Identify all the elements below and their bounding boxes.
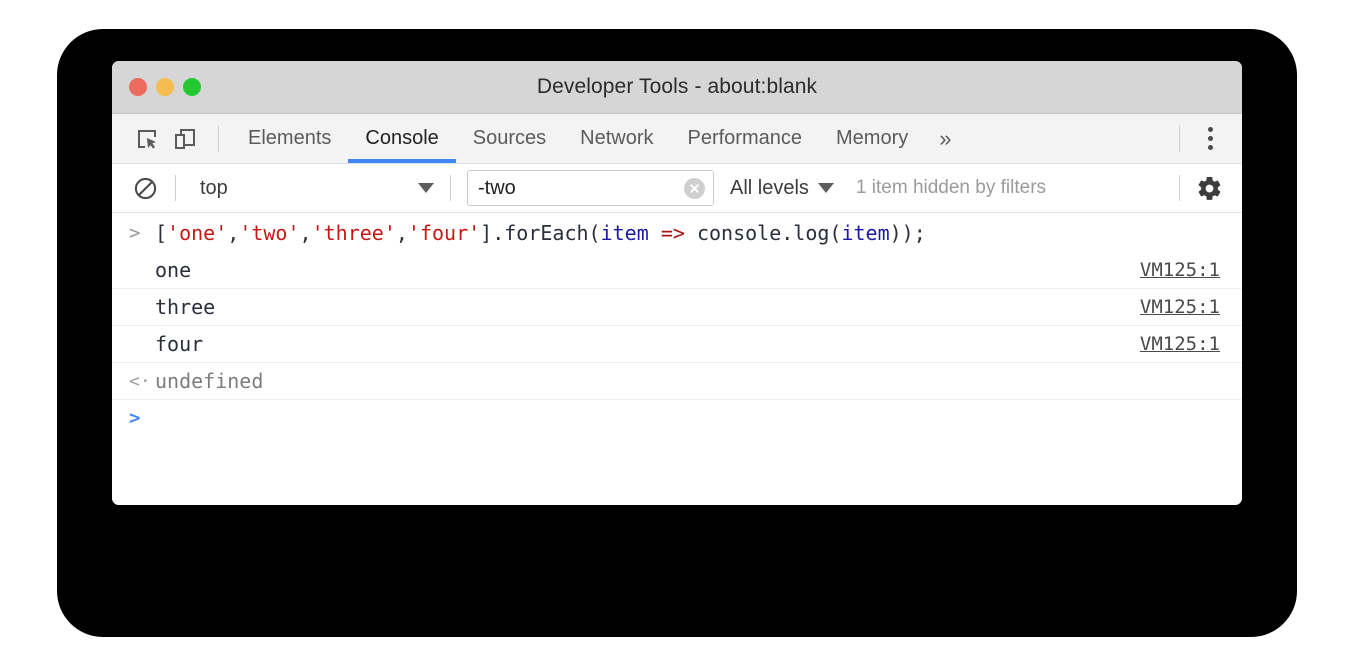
clear-console-icon[interactable] (129, 172, 161, 204)
console-message-row: oneVM125:1 (112, 252, 1242, 289)
message-source-link[interactable]: VM125:1 (1140, 333, 1220, 355)
console-prompt-row[interactable]: > (112, 400, 1242, 445)
hidden-items-message: 1 item hidden by filters (856, 177, 1046, 199)
filter-divider-1 (175, 175, 176, 201)
filter-bar-right (1167, 171, 1226, 205)
log-levels-label: All levels (730, 177, 809, 200)
code-token-arrow: => (661, 221, 685, 245)
tab-bar-divider (1179, 126, 1180, 152)
chevron-down-icon (418, 183, 434, 193)
inspect-element-icon[interactable] (130, 122, 164, 156)
tab-label: Sources (473, 127, 546, 150)
result-chevron-icon: <· (129, 371, 155, 392)
filter-divider-3 (1179, 175, 1180, 201)
tab-label: Network (580, 127, 653, 150)
console-filter-bar: top All levels 1 item hidden by filters (112, 164, 1242, 213)
device-toolbar-icon[interactable] (168, 122, 202, 156)
tab-network[interactable]: Network (563, 114, 670, 163)
tab-label: Memory (836, 127, 908, 150)
console-message-text: three (155, 295, 1140, 319)
console-output: > ['one','two','three','four'].forEach(i… (112, 213, 1242, 505)
code-token-plain (649, 221, 661, 245)
tab-bar-right (1167, 121, 1242, 157)
filter-divider-2 (450, 175, 451, 201)
console-message-text: four (155, 332, 1140, 356)
code-token-plain: , (227, 221, 239, 245)
code-token-str: 'one' (167, 221, 227, 245)
tab-memory[interactable]: Memory (819, 114, 925, 163)
kebab-menu-icon[interactable] (1192, 121, 1228, 157)
code-token-plain: )); (890, 221, 926, 245)
code-token-str: 'two' (239, 221, 299, 245)
code-token-var: item (601, 221, 649, 245)
chevron-down-icon (818, 183, 834, 193)
message-source-link[interactable]: VM125:1 (1140, 259, 1220, 281)
console-message-row: threeVM125:1 (112, 289, 1242, 326)
devtools-tab-bar: Elements Console Sources Network Perform… (112, 114, 1242, 164)
clear-input-icon[interactable] (684, 178, 705, 199)
prompt-chevron-icon: > (129, 407, 155, 429)
console-message-text: one (155, 258, 1140, 282)
code-token-plain: , (300, 221, 312, 245)
more-tabs-label: » (939, 126, 951, 152)
code-token-str: 'three' (312, 221, 396, 245)
console-message-list: oneVM125:1threeVM125:1fourVM125:1 (112, 252, 1242, 363)
message-source-link[interactable]: VM125:1 (1140, 296, 1220, 318)
more-tabs-chevron-icon[interactable]: » (925, 114, 965, 163)
tab-label: Elements (248, 127, 331, 150)
code-token-plain: [ (155, 221, 167, 245)
devtools-window: Developer Tools - about:blank Elements C… (112, 61, 1242, 505)
console-result-row: <· undefined (112, 363, 1242, 400)
tab-performance[interactable]: Performance (671, 114, 820, 163)
tab-label: Performance (688, 127, 803, 150)
window-title: Developer Tools - about:blank (112, 75, 1242, 99)
input-chevron-icon: > (129, 222, 155, 244)
code-token-var: item (841, 221, 889, 245)
code-token-plain: ].forEach( (480, 221, 600, 245)
code-token-str: 'four' (408, 221, 480, 245)
maximize-button[interactable] (183, 78, 201, 96)
tab-console[interactable]: Console (348, 114, 455, 163)
console-input-echo-row: > ['one','two','three','four'].forEach(i… (112, 213, 1242, 252)
tab-label: Console (365, 127, 438, 150)
console-filter-field[interactable] (467, 170, 714, 206)
title-bar: Developer Tools - about:blank (112, 61, 1242, 114)
execution-context-select[interactable]: top (188, 172, 438, 204)
log-levels-select[interactable]: All levels (730, 177, 834, 200)
console-result-value: undefined (155, 369, 1220, 393)
code-token-plain: console.log( (685, 221, 842, 245)
tab-sources[interactable]: Sources (456, 114, 563, 163)
toolbar-divider (218, 126, 219, 152)
console-message-row: fourVM125:1 (112, 326, 1242, 363)
gear-icon[interactable] (1192, 171, 1226, 205)
minimize-button[interactable] (156, 78, 174, 96)
close-button[interactable] (129, 78, 147, 96)
window-controls (129, 78, 201, 96)
code-token-plain: , (396, 221, 408, 245)
tab-elements[interactable]: Elements (231, 114, 348, 163)
filter-input[interactable] (468, 173, 663, 203)
console-input-code: ['one','two','three','four'].forEach(ite… (155, 221, 1220, 245)
execution-context-label: top (200, 177, 418, 200)
